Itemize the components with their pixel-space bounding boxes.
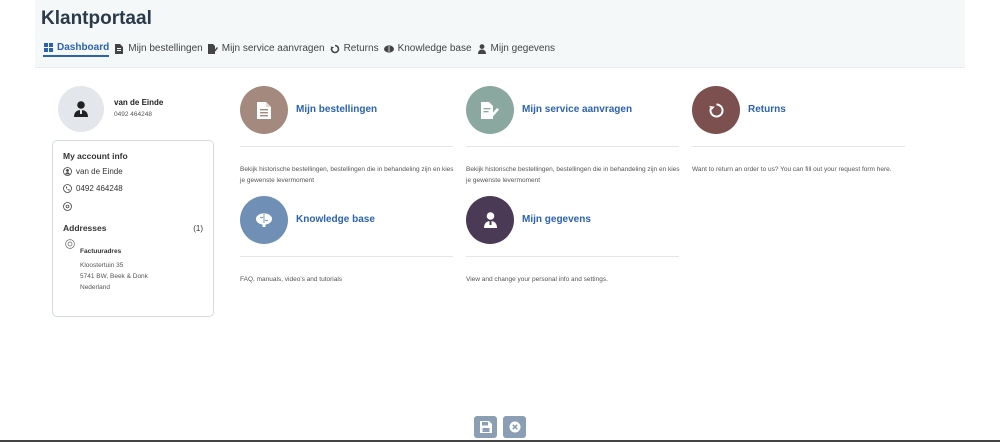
return-icon — [708, 102, 723, 117]
brain-icon — [383, 44, 394, 54]
nav-item-mijn-gegevens[interactable]: Mijn gegevens — [477, 41, 555, 57]
phone-icon — [63, 184, 72, 193]
nav-item-knowledge-base[interactable]: Knowledge base — [383, 41, 472, 57]
account-info-title: My account info — [63, 151, 128, 161]
tile-mijn-gegevens: Mijn gegevens View and change your perso… — [466, 196, 681, 288]
user-icon — [477, 43, 487, 54]
divider — [466, 256, 679, 257]
address-name: Factuuradres — [80, 248, 122, 255]
nav-item-mijn-bestellingen[interactable]: Mijn bestellingen — [114, 41, 203, 57]
profile-name: van de Einde — [114, 98, 164, 107]
tile-description: Want to return an order to us? You can f… — [692, 166, 892, 173]
document-icon — [257, 101, 271, 119]
nav-label: Dashboard — [57, 42, 110, 53]
save-icon — [479, 421, 492, 433]
edit-document-icon — [207, 43, 218, 54]
at-icon — [63, 202, 72, 211]
tile-mijn-bestellingen-button[interactable] — [240, 86, 288, 134]
nav-item-mijn-service-aanvragen[interactable]: Mijn service aanvragen — [207, 41, 325, 57]
tile-title[interactable]: Mijn service aanvragen — [522, 104, 632, 115]
tile-mijn-service-aanvragen-button[interactable] — [466, 86, 514, 134]
address-line: Kloostertuin 35 — [80, 262, 124, 269]
account-email-row — [63, 202, 76, 211]
tile-knowledge-base: Knowledge base FAQ, manuals, video's and… — [240, 196, 455, 288]
close-icon — [509, 421, 520, 433]
tile-returns-button[interactable] — [692, 86, 740, 134]
nav-label: Knowledge base — [397, 43, 472, 54]
address-line: 5741 BW, Beek & Donk — [80, 273, 148, 280]
divider — [466, 146, 679, 147]
grid-icon — [43, 43, 53, 53]
profile-phone: 0492 464248 — [114, 111, 152, 118]
nav-item-returns[interactable]: Returns — [330, 41, 379, 57]
divider — [692, 146, 905, 147]
user-icon — [74, 101, 88, 117]
tile-mijn-service-aanvragen: Mijn service aanvragen Bekijk historisch… — [466, 86, 681, 188]
account-phone-row: 0492 464248 — [63, 184, 123, 193]
save-button[interactable] — [474, 416, 497, 438]
divider — [240, 256, 453, 257]
tile-description: Bekijk historische bestellingen, bestell… — [466, 166, 680, 184]
address-line: Nederland — [80, 284, 110, 291]
addresses-title: Addresses — [63, 223, 107, 233]
app-title: Klantportaal — [41, 8, 152, 29]
tile-mijn-bestellingen: Mijn bestellingen Bekijk historische bes… — [240, 86, 455, 188]
brain-icon — [256, 213, 272, 227]
tile-mijn-gegevens-button[interactable] — [466, 196, 514, 244]
account-name: van de Einde — [76, 167, 123, 176]
nav-item-dashboard[interactable]: Dashboard — [43, 40, 110, 57]
page-header: Klantportaal Dashboard Mijn bestellingen… — [35, 0, 965, 68]
location-icon — [65, 239, 75, 249]
tile-description: View and change your personal info and s… — [466, 276, 608, 283]
document-icon — [114, 43, 124, 54]
divider — [240, 146, 453, 147]
tile-title[interactable]: Knowledge base — [296, 214, 375, 225]
nav-label: Returns — [343, 43, 379, 54]
tile-title[interactable]: Mijn bestellingen — [296, 104, 377, 115]
nav-label: Mijn bestellingen — [128, 43, 203, 54]
tile-description: FAQ, manuals, video's and tutorials — [240, 276, 343, 283]
account-phone: 0492 464248 — [76, 184, 123, 193]
tile-description: Bekijk historische bestellingen, bestell… — [240, 166, 454, 184]
user-circle-icon — [63, 167, 72, 176]
tile-title[interactable]: Returns — [748, 104, 786, 115]
tile-returns: Returns Want to return an order to us? Y… — [692, 86, 907, 188]
main-nav: Dashboard Mijn bestellingen Mijn service… — [43, 40, 560, 57]
profile-summary: van de Einde 0492 464248 — [58, 86, 218, 136]
account-info-card: My account info van de Einde 0492 464248… — [52, 140, 214, 317]
nav-label: Mijn service aanvragen — [221, 43, 325, 54]
account-name-row: van de Einde — [63, 167, 123, 176]
return-icon — [330, 44, 340, 54]
user-icon — [483, 212, 497, 228]
tile-title[interactable]: Mijn gegevens — [522, 214, 591, 225]
close-button[interactable] — [503, 416, 526, 438]
tile-knowledge-base-button[interactable] — [240, 196, 288, 244]
avatar — [58, 86, 104, 132]
nav-label: Mijn gegevens — [490, 43, 556, 54]
edit-document-icon — [481, 101, 499, 119]
addresses-count: (1) — [193, 224, 203, 233]
